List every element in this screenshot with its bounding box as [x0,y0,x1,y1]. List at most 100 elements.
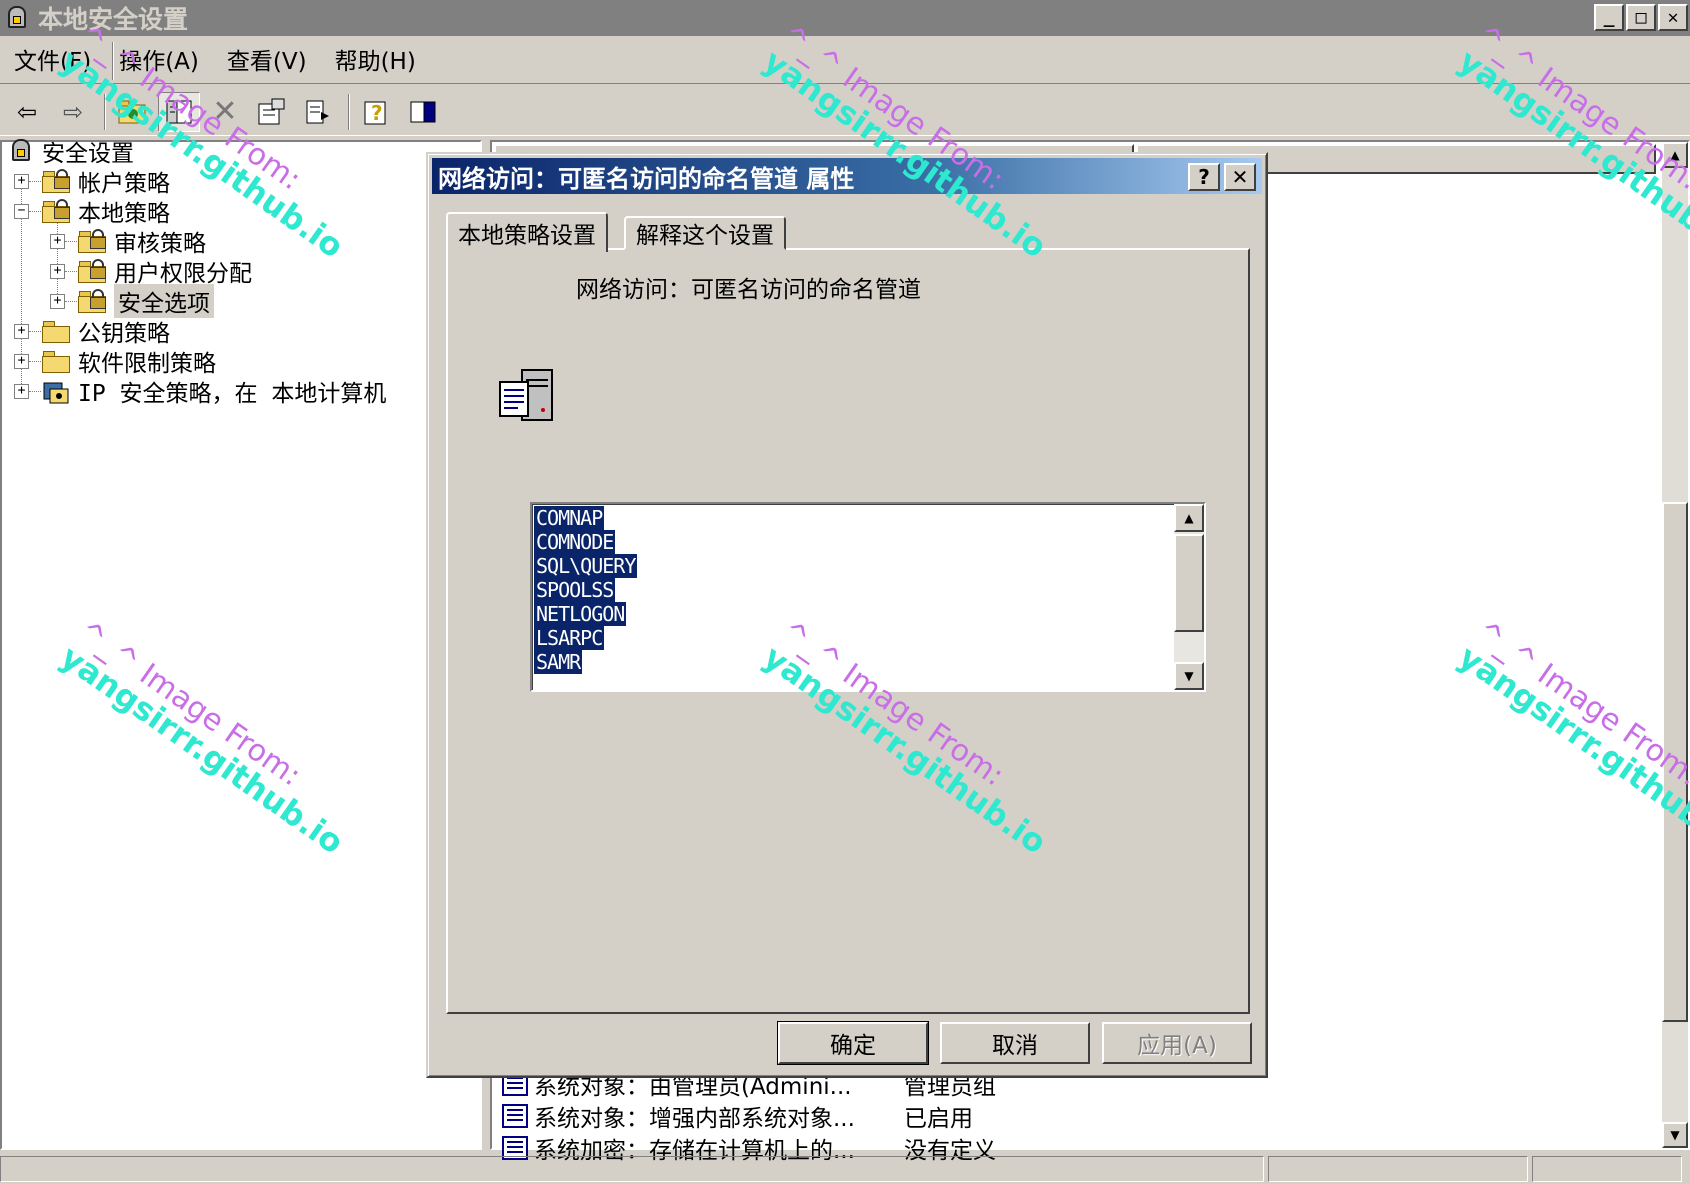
status-cell [0,1156,1264,1182]
status-bar [0,1156,1690,1184]
tree-item-account-policy[interactable]: 帐户策略 [42,166,170,197]
delete-x-icon[interactable]: ✕ [204,92,246,132]
ip-security-icon [42,379,72,404]
status-cell [1532,1156,1682,1182]
expand-toggle[interactable]: + [14,324,29,339]
tree-node-label: 公钥策略 [78,321,170,347]
menu-help[interactable]: 帮助(H) [321,43,430,81]
forward-arrow-icon[interactable]: ⇨ [52,92,94,132]
list-item[interactable]: NETLOGON [534,602,637,626]
policy-value: 已启用 [904,1106,973,1132]
dialog-titlebar[interactable]: 网络访问：可匿名访问的命名管道 属性 ? ✕ [432,158,1262,194]
collapse-toggle[interactable]: − [14,204,29,219]
tree-root-security-settings[interactable]: 安全设置 [8,136,134,167]
maximize-button[interactable]: □ [1626,4,1656,31]
tab-local-policy-setting[interactable]: 本地策略设置 [446,212,608,252]
list-item[interactable]: SPOOLSS [534,578,637,602]
tree-item-security-options[interactable]: 安全选项 [78,284,214,318]
scroll-down-icon[interactable]: ▼ [1662,1122,1688,1148]
minimize-button[interactable]: _ [1594,4,1624,31]
show-hide-tree-icon[interactable] [158,91,200,132]
ok-button[interactable]: 确定 [777,1021,929,1065]
properties-dialog: 网络访问：可匿名访问的命名管道 属性 ? ✕ 网络访问：可匿名访问的命名管道 C… [426,152,1268,1078]
list-item[interactable]: SQL\QUERY [534,554,638,578]
list-item[interactable]: SAMR [534,650,637,674]
tree-line [29,361,41,362]
folder-icon [42,349,72,373]
pipes-list: COMNAP COMNODE SQL\QUERY SPOOLSS NETLOGO… [534,506,638,674]
expand-toggle[interactable]: + [50,234,65,249]
local-security-settings-window: 本地安全设置 _ □ ✕ 文件(F) 操作(A) 查看(V) 帮助(H) ⇦ ⇨… [0,0,1690,1184]
dialog-title: 网络访问：可匿名访问的命名管道 属性 [438,164,855,193]
scroll-thumb[interactable] [1174,534,1204,632]
back-arrow-icon[interactable]: ⇦ [6,92,48,132]
apply-button[interactable]: 应用(A) [1102,1022,1252,1064]
dialog-close-button[interactable]: ✕ [1224,163,1256,191]
close-window-button[interactable]: ✕ [1658,4,1688,31]
tree-node-label: 用户权限分配 [114,261,252,287]
up-folder-icon[interactable] [112,92,154,132]
lock-folder-icon [42,169,72,193]
toolbar-separator [104,93,106,130]
console-tree: 安全设置 + 帐户策略 − 本地策略 + 审核策略 + 用户权限分配 + 安全选… [0,139,482,1150]
tree-item-audit-policy[interactable]: 审核策略 [78,226,206,257]
tree-line [65,271,77,272]
expand-toggle[interactable]: + [14,384,29,399]
help-icon[interactable]: ? [356,92,398,132]
menu-bar: 文件(F) 操作(A) 查看(V) 帮助(H) [0,40,1690,84]
scroll-up-icon[interactable]: ▲ [1174,504,1204,532]
tree-line [65,301,77,302]
tree-item-local-policy[interactable]: 本地策略 [42,196,170,227]
server-policy-icon [496,366,558,428]
security-lock-icon [4,4,32,32]
show-action-pane-icon[interactable] [402,92,444,132]
window-title: 本地安全设置 [38,5,189,34]
list-item[interactable]: LSARPC [534,626,637,650]
menu-separator [112,42,114,80]
tab-explain-setting[interactable]: 解释这个设置 [624,216,786,250]
help-question-button[interactable]: ? [1188,163,1220,191]
tab-panel: 网络访问：可匿名访问的命名管道 COMNAP COMNODE SQL\QUERY… [446,248,1250,1014]
lock-folder-icon [78,289,108,313]
tree-node-label: 本地策略 [78,201,170,227]
details-scrollbar[interactable]: ▲ ▼ [1662,142,1688,1148]
menu-file[interactable]: 文件(F) [0,43,105,81]
expand-toggle[interactable]: + [50,264,65,279]
expand-toggle[interactable]: + [14,174,29,189]
toolbar: ⇦ ⇨ ✕ ? [0,88,1690,136]
scroll-up-icon[interactable]: ▲ [1662,142,1688,168]
lock-folder-icon [78,259,108,283]
menu-view[interactable]: 查看(V) [213,43,321,81]
tree-line [29,211,41,212]
expand-toggle[interactable]: + [50,294,65,309]
properties-icon[interactable] [250,92,292,132]
tree-node-label: 软件限制策略 [78,351,216,377]
policy-icon [502,1104,528,1128]
tree-item-software-restriction[interactable]: 软件限制策略 [42,346,216,377]
expand-toggle[interactable]: + [14,354,29,369]
tree-line [29,181,41,182]
tree-line [57,216,58,300]
tree-node-label-selected: 安全选项 [114,284,214,318]
tree-item-ip-security[interactable]: IP 安全策略，在 本地计算机 [42,376,386,407]
list-item[interactable]: 系统对象：增强内部系统对象... 已启用 [502,1100,973,1132]
named-pipes-listbox[interactable]: COMNAP COMNODE SQL\QUERY SPOOLSS NETLOGO… [530,502,1206,692]
tree-line [29,331,41,332]
listbox-scrollbar[interactable]: ▲ ▼ [1174,504,1204,690]
list-item[interactable]: COMNODE [534,530,637,554]
security-settings-icon [8,137,36,165]
export-list-icon[interactable] [296,92,338,132]
scroll-thumb[interactable] [1662,502,1688,1022]
policy-heading: 网络访问：可匿名访问的命名管道 [576,277,921,303]
tree-line [65,241,77,242]
menu-action[interactable]: 操作(A) [105,43,213,81]
tree-item-public-key-policy[interactable]: 公钥策略 [42,316,170,347]
tree-item-user-rights[interactable]: 用户权限分配 [78,256,252,287]
cancel-button[interactable]: 取消 [940,1022,1090,1064]
toolbar-separator [348,93,350,130]
list-item[interactable]: COMNAP [534,506,637,530]
scroll-down-icon[interactable]: ▼ [1174,662,1204,690]
tree-node-label: 安全设置 [42,141,134,167]
policy-name: 系统对象：增强内部系统对象... [534,1106,855,1132]
window-titlebar[interactable]: 本地安全设置 _ □ ✕ [0,0,1690,36]
